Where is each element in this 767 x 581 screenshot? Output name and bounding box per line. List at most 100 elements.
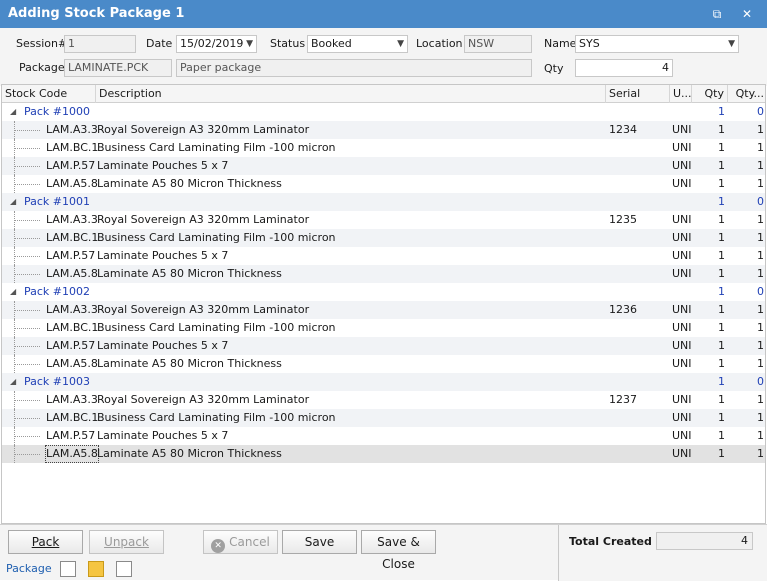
table-row[interactable]: LAM.BC.1 Business Card Laminating Film -1…: [2, 409, 765, 427]
chevron-down-icon[interactable]: ▼: [397, 36, 404, 52]
history-icon[interactable]: [116, 561, 132, 577]
restore-icon[interactable]: ⧉: [708, 5, 726, 23]
cancel-button[interactable]: ✕ Cancel: [203, 530, 278, 554]
stock-code-cell: LAM.P.57: [46, 429, 96, 442]
unpack-button[interactable]: Unpack: [89, 530, 164, 554]
package-field: LAMINATE.PCK: [64, 59, 172, 77]
expand-toggle-icon[interactable]: ◢: [10, 103, 16, 121]
qty-cell: 1: [718, 249, 725, 262]
document-icon[interactable]: [60, 561, 76, 577]
qty-cell: 1: [718, 195, 725, 208]
table-row[interactable]: LAM.BC.1 Business Card Laminating Film -1…: [2, 319, 765, 337]
serial-cell: [609, 229, 667, 247]
expand-toggle-icon[interactable]: ◢: [10, 373, 16, 391]
stock-code-cell: LAM.A3.3: [46, 303, 98, 316]
package-label: Package: [19, 61, 65, 74]
description-cell: Laminate A5 80 Micron Thickness: [97, 357, 282, 370]
pack-label: Pack #1001: [24, 195, 91, 208]
unit-cell: UNI: [672, 213, 692, 226]
expand-toggle-icon[interactable]: ◢: [10, 283, 16, 301]
qty-cell: 1: [718, 303, 725, 316]
pack-button[interactable]: Pack: [8, 530, 83, 554]
unit-cell: UNI: [672, 177, 692, 190]
table-row[interactable]: LAM.A3.3 Royal Sovereign A3 320mm Laminat…: [2, 121, 765, 139]
description-cell: Laminate Pouches 5 x 7: [97, 249, 229, 262]
session-field: 1: [64, 35, 136, 53]
table-row[interactable]: LAM.P.57 Laminate Pouches 5 x 7 UNI 1 1: [2, 337, 765, 355]
qty-packed-cell: 1: [757, 339, 764, 352]
stock-code-cell: LAM.P.57: [46, 159, 96, 172]
column-header-qty-packed[interactable]: Qty...: [728, 85, 765, 103]
qty-label: Qty: [544, 62, 564, 75]
serial-cell: [609, 337, 667, 355]
table-row[interactable]: LAM.BC.1 Business Card Laminating Film -1…: [2, 139, 765, 157]
tab-package[interactable]: Package: [6, 557, 52, 581]
serial-cell: [609, 265, 667, 283]
location-field: NSW: [464, 35, 532, 53]
stock-code-cell: LAM.BC.1: [46, 321, 99, 334]
table-row[interactable]: LAM.BC.1 Business Card Laminating Film -1…: [2, 229, 765, 247]
qty-packed-cell: 1: [757, 393, 764, 406]
tree-connector: [14, 400, 40, 401]
folders-icon[interactable]: [88, 561, 104, 577]
column-header-description[interactable]: Description: [96, 85, 606, 103]
qty-packed-cell: 1: [757, 321, 764, 334]
serial-cell: [609, 445, 667, 463]
table-row[interactable]: LAM.A3.3 Royal Sovereign A3 320mm Laminat…: [2, 211, 765, 229]
unit-cell: UNI: [672, 321, 692, 334]
pack-row[interactable]: ◢ Pack #1003 1 0: [2, 373, 765, 391]
pack-row[interactable]: ◢ Pack #1000 1 0: [2, 103, 765, 121]
total-created-label: Total Created: [569, 535, 652, 548]
qty-packed-cell: 1: [757, 411, 764, 424]
table-row[interactable]: LAM.P.57 Laminate Pouches 5 x 7 UNI 1 1: [2, 157, 765, 175]
pack-row[interactable]: ◢ Pack #1002 1 0: [2, 283, 765, 301]
serial-cell: 1236: [609, 303, 637, 316]
qty-packed-cell: 0: [757, 375, 764, 388]
table-row[interactable]: LAM.A5.8 Laminate A5 80 Micron Thickness U…: [2, 175, 765, 193]
table-row[interactable]: LAM.A5.8 Laminate A5 80 Micron Thickness U…: [2, 355, 765, 373]
pack-row[interactable]: ◢ Pack #1001 1 0: [2, 193, 765, 211]
description-cell: Laminate Pouches 5 x 7: [97, 159, 229, 172]
column-header-unit[interactable]: U...: [670, 85, 692, 103]
package-description-field: Paper package: [176, 59, 532, 77]
tree-connector: [14, 238, 40, 239]
location-label: Location: [416, 37, 463, 50]
table-row[interactable]: LAM.A5.8 Laminate A5 80 Micron Thickness U…: [2, 265, 765, 283]
name-select[interactable]: SYS ▼: [575, 35, 739, 53]
tree-connector: [14, 328, 40, 329]
table-row[interactable]: LAM.P.57 Laminate Pouches 5 x 7 UNI 1 1: [2, 247, 765, 265]
description-cell: Royal Sovereign A3 320mm Laminator: [97, 393, 310, 406]
column-header-stock-code[interactable]: Stock Code: [2, 85, 96, 103]
qty-cell: 1: [718, 375, 725, 388]
qty-packed-cell: 1: [757, 357, 764, 370]
tree-connector: [14, 418, 40, 419]
table-row[interactable]: LAM.A3.3 Royal Sovereign A3 320mm Laminat…: [2, 391, 765, 409]
qty-field[interactable]: 4: [575, 59, 673, 77]
table-row[interactable]: LAM.P.57 Laminate Pouches 5 x 7 UNI 1 1: [2, 427, 765, 445]
stock-code-cell: LAM.BC.1: [46, 141, 99, 154]
qty-cell: 1: [718, 231, 725, 244]
chevron-down-icon[interactable]: ▼: [246, 36, 253, 52]
expand-toggle-icon[interactable]: ◢: [10, 193, 16, 211]
column-header-qty[interactable]: Qty: [692, 85, 728, 103]
qty-cell: 1: [718, 321, 725, 334]
close-icon[interactable]: ✕: [738, 5, 756, 23]
qty-cell: 1: [718, 339, 725, 352]
status-select[interactable]: Booked ▼: [307, 35, 408, 53]
table-row[interactable]: LAM.A3.3 Royal Sovereign A3 320mm Laminat…: [2, 301, 765, 319]
save-button[interactable]: Save: [282, 530, 357, 554]
qty-cell: 1: [718, 285, 725, 298]
tree-connector: [14, 184, 40, 185]
date-field[interactable]: 15/02/2019 ▼: [176, 35, 257, 53]
stock-code-cell: LAM.BC.1: [46, 411, 99, 424]
column-header-serial[interactable]: Serial: [606, 85, 670, 103]
tree-connector: [14, 364, 40, 365]
chevron-down-icon[interactable]: ▼: [728, 36, 735, 52]
save-close-button[interactable]: Save & Close: [361, 530, 436, 571]
description-cell: Business Card Laminating Film -100 micro…: [97, 141, 336, 154]
table-row[interactable]: LAM.A5.8 Laminate A5 80 Micron Thickness U…: [2, 445, 765, 463]
unit-cell: UNI: [672, 123, 692, 136]
serial-cell: [609, 247, 667, 265]
unit-cell: UNI: [672, 447, 692, 460]
unit-cell: UNI: [672, 159, 692, 172]
